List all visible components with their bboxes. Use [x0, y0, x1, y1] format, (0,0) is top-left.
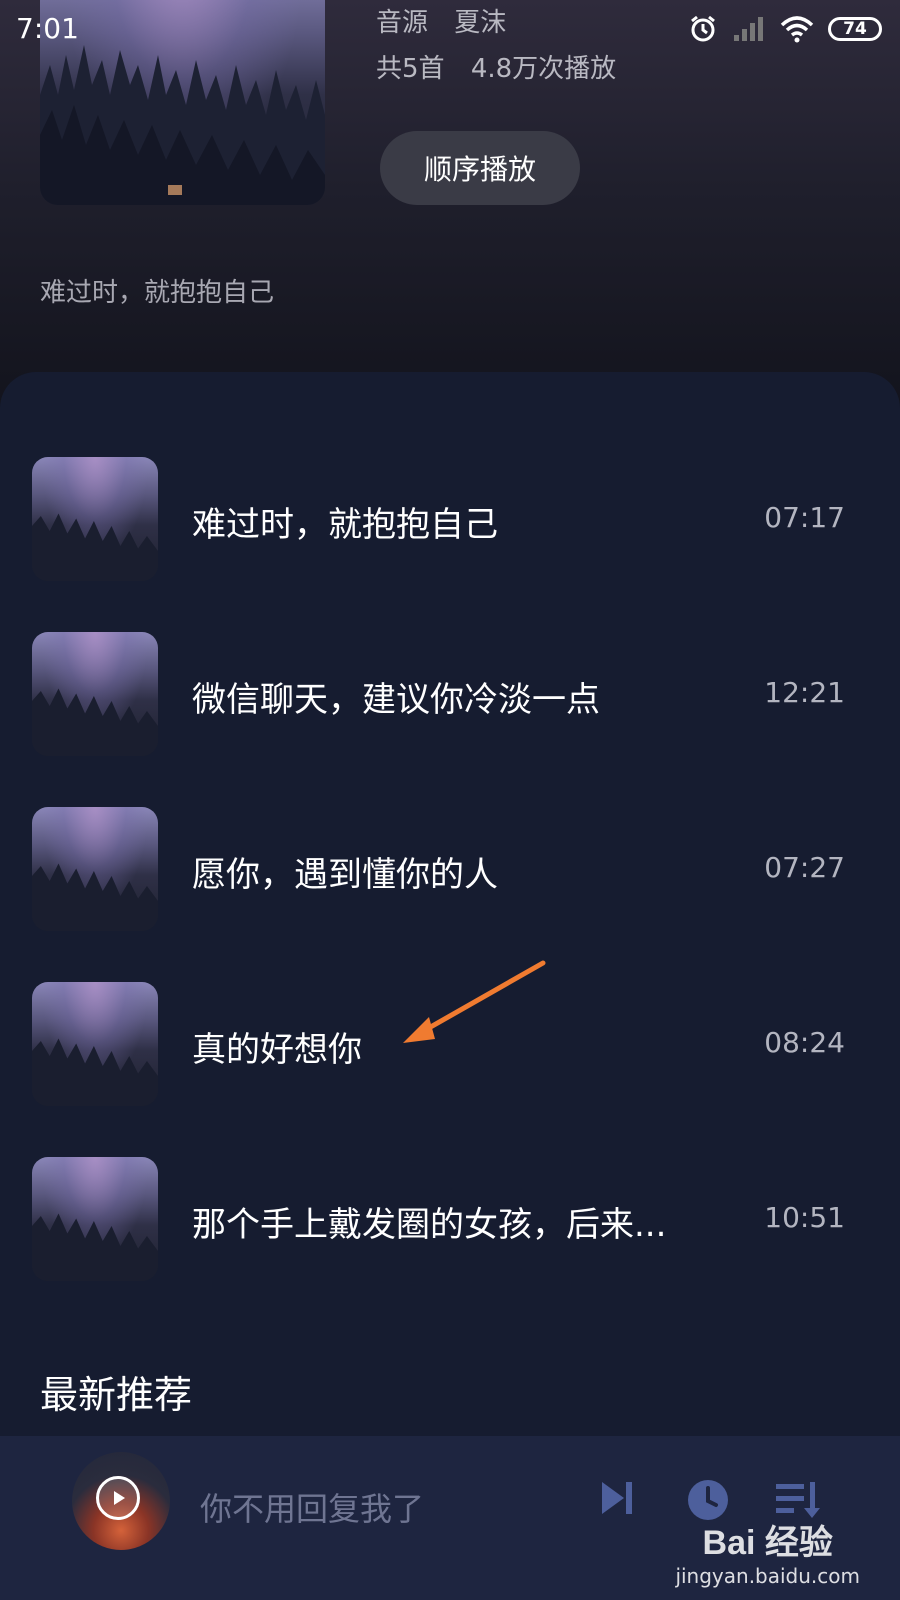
album-stats: 共5首 4.8万次播放	[376, 48, 634, 85]
watermark-url: jingyan.baidu.com	[675, 1564, 860, 1588]
track-item[interactable]: 难过时，就抱抱自己 07:17	[0, 457, 900, 581]
source-label: 音源	[376, 8, 429, 38]
track-title: 难过时，就抱抱自己	[192, 505, 498, 545]
status-icons: 74	[688, 14, 882, 44]
track-duration: 07:27	[764, 851, 845, 884]
now-playing-cover[interactable]	[72, 1452, 170, 1550]
battery-level: 74	[843, 19, 867, 39]
track-duration: 08:24	[764, 1026, 845, 1059]
play-count: 4.8万次播放	[470, 54, 617, 84]
next-track-icon[interactable]	[598, 1478, 638, 1518]
watermark-brand: Bai 经验	[702, 1524, 833, 1562]
album-description: 难过时，就抱抱自己	[40, 278, 275, 308]
signal-icon	[734, 17, 763, 41]
mini-player: 你不用回复我了 Bai 经验 jingyan.baidu.com	[0, 1436, 900, 1600]
track-thumbnail	[32, 807, 158, 931]
track-title: 微信聊天，建议你冷淡一点	[192, 680, 600, 720]
alarm-icon	[691, 15, 715, 42]
track-duration: 07:17	[764, 501, 845, 534]
track-title: 愿你，遇到懂你的人	[192, 855, 498, 895]
track-item[interactable]: 那个手上戴发圈的女孩，后来... 10:51	[0, 1157, 900, 1281]
track-item[interactable]: 微信聊天，建议你冷淡一点 12:21	[0, 632, 900, 756]
track-count: 共5首	[376, 54, 445, 84]
battery-indicator: 74	[828, 17, 882, 41]
track-thumbnail	[32, 457, 158, 581]
baidu-jingyan-watermark: Bai 经验 jingyan.baidu.com	[675, 1515, 860, 1588]
play-order-button[interactable]: 顺序播放	[380, 131, 580, 205]
play-icon[interactable]	[96, 1476, 140, 1520]
track-thumbnail	[32, 632, 158, 756]
track-title: 那个手上戴发圈的女孩，后来...	[192, 1205, 667, 1245]
track-duration: 10:51	[764, 1201, 845, 1234]
source-name[interactable]: 夏沫	[454, 8, 506, 38]
latest-recommendations-title: 最新推荐	[40, 1373, 193, 1417]
track-item[interactable]: 愿你，遇到懂你的人 07:27	[0, 807, 900, 931]
annotation-arrow-icon	[403, 960, 546, 1043]
now-playing-title[interactable]: 你不用回复我了	[200, 1484, 424, 1530]
track-thumbnail	[32, 982, 158, 1106]
status-time: 7:01	[16, 12, 79, 45]
wifi-icon	[780, 16, 814, 43]
track-thumbnail	[32, 1157, 158, 1281]
track-duration: 12:21	[764, 676, 845, 709]
album-source: 音源 夏沫	[376, 2, 524, 39]
track-title: 真的好想你	[192, 1030, 362, 1070]
